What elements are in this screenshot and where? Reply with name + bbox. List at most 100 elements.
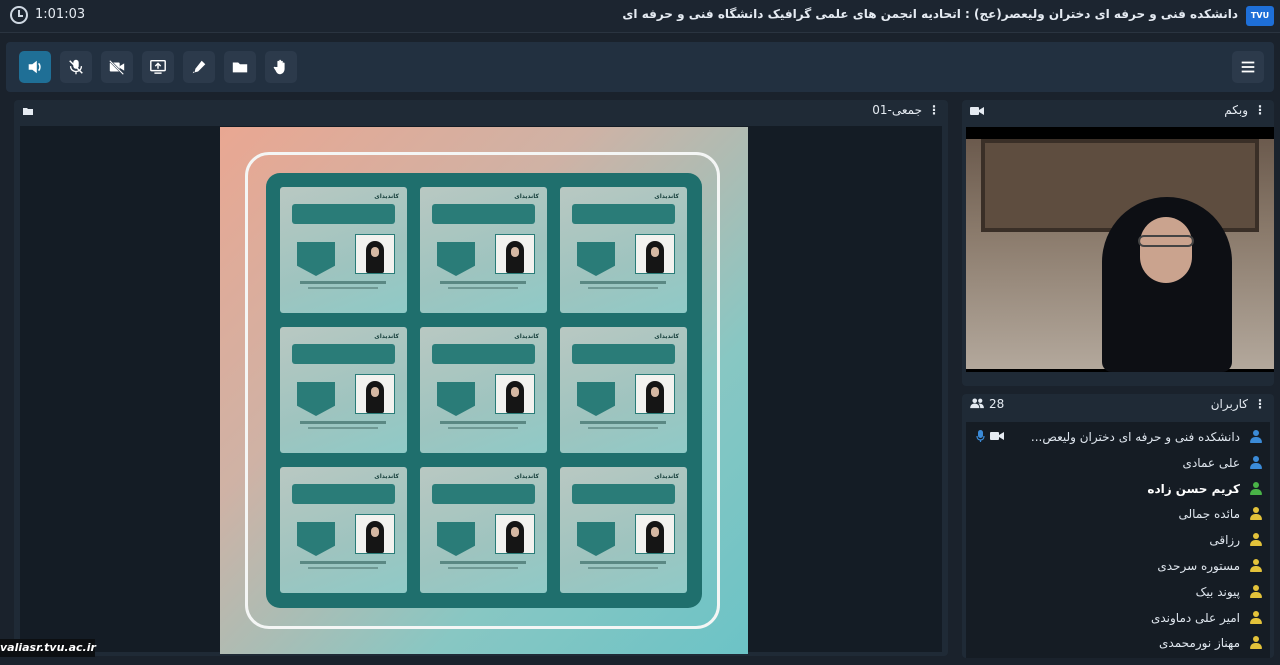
user-count-value: 28 bbox=[989, 397, 1005, 411]
session-title: دانشکده فنی و حرفه ای دختران ولیعصر(عج) … bbox=[622, 7, 1238, 21]
user-list-item[interactable]: مائده جمالی bbox=[972, 501, 1262, 527]
photo-face bbox=[511, 387, 519, 397]
camera-button[interactable] bbox=[101, 51, 133, 83]
users-panel-options-icon[interactable]: ⋮ bbox=[1254, 397, 1266, 411]
user-list-item[interactable]: امیر علی دماوندی bbox=[972, 605, 1262, 631]
user-icon-body bbox=[1250, 643, 1262, 650]
users-icon bbox=[970, 398, 984, 409]
user-icon bbox=[1250, 533, 1262, 547]
share-panel-options-icon[interactable]: ⋮ bbox=[928, 103, 940, 117]
users-panel-header: 28 کاربران ⋮ bbox=[962, 394, 1274, 416]
card-footer-line bbox=[588, 287, 658, 289]
user-icon-head bbox=[1253, 507, 1259, 514]
clock-icon bbox=[10, 6, 28, 24]
menu-button[interactable] bbox=[1232, 51, 1264, 83]
user-list-item[interactable]: مهناز نورمحمدی bbox=[972, 630, 1262, 656]
participant-face bbox=[1140, 217, 1192, 283]
user-media-icons bbox=[976, 429, 1006, 446]
files-button[interactable] bbox=[224, 51, 256, 83]
mic-camera-icon bbox=[976, 430, 1004, 442]
card-ribbon bbox=[292, 484, 395, 504]
session-timer: 1:01:03 bbox=[35, 7, 86, 22]
candidate-photo bbox=[495, 374, 535, 414]
user-icon-body bbox=[1250, 437, 1262, 443]
candidate-caption: کاندیدای bbox=[514, 473, 539, 480]
candidate-caption: کاندیدای bbox=[514, 333, 539, 340]
toolbar bbox=[6, 42, 1274, 92]
user-icon bbox=[1250, 455, 1262, 469]
user-list-item[interactable]: مستوره سرحدی bbox=[972, 553, 1262, 579]
camera-off-icon bbox=[109, 59, 125, 75]
candidate-code-badge bbox=[577, 242, 615, 276]
candidate-card: کاندیدای bbox=[280, 187, 407, 313]
mic-button[interactable] bbox=[60, 51, 92, 83]
candidate-caption: کاندیدای bbox=[654, 193, 679, 200]
card-footer-line bbox=[308, 567, 378, 569]
candidate-card: کاندیدای bbox=[420, 467, 547, 593]
photo-face bbox=[651, 247, 659, 257]
user-icon-body bbox=[1250, 488, 1262, 495]
user-name: دانشکده فنی و حرفه ای دختران ولیعص... bbox=[1030, 430, 1240, 444]
candidate-card: کاندیدای bbox=[560, 467, 687, 593]
user-list-item[interactable]: پیوند بیک bbox=[972, 579, 1262, 605]
photo-figure bbox=[646, 241, 664, 273]
card-footer-line bbox=[580, 421, 666, 424]
card-ribbon bbox=[292, 344, 395, 364]
user-icon bbox=[1250, 610, 1262, 624]
share-panel-header: جمعی-01 ⋮ bbox=[14, 100, 948, 122]
card-footer-line bbox=[588, 567, 658, 569]
card-footer-line bbox=[448, 287, 518, 289]
candidate-code-badge bbox=[297, 522, 335, 556]
website-watermark: valiasr.tvu.ac.ir bbox=[0, 639, 96, 657]
screen-share-button[interactable] bbox=[142, 51, 174, 83]
participant-glasses bbox=[1138, 235, 1194, 247]
user-list-item[interactable]: علی عمادی bbox=[972, 450, 1262, 476]
card-footer-line bbox=[440, 561, 526, 564]
pen-button[interactable] bbox=[183, 51, 215, 83]
photo-figure bbox=[366, 381, 384, 413]
webcam-panel-header: وبکم ⋮ bbox=[962, 100, 1274, 122]
users-panel: 28 کاربران ⋮ دانشکده فنی و حرفه ای دخترا… bbox=[962, 394, 1274, 658]
user-name: مهناز نورمحمدی bbox=[1159, 636, 1240, 651]
card-footer-line bbox=[448, 567, 518, 569]
candidate-code-badge bbox=[437, 522, 475, 556]
user-icon-body bbox=[1250, 617, 1262, 624]
card-footer-line bbox=[440, 421, 526, 424]
card-ribbon bbox=[572, 344, 675, 364]
users-panel-title: کاربران bbox=[1210, 397, 1248, 411]
photo-figure bbox=[506, 241, 524, 273]
candidate-photo bbox=[355, 514, 395, 554]
user-icon-body bbox=[1250, 591, 1262, 598]
candidate-caption: کاندیدای bbox=[374, 473, 399, 480]
speaker-button[interactable] bbox=[19, 51, 51, 83]
raise-hand-button[interactable] bbox=[265, 51, 297, 83]
user-list-item[interactable]: کریم حسن زاده bbox=[972, 476, 1262, 502]
photo-figure bbox=[506, 521, 524, 553]
user-list-item[interactable]: رزاقی bbox=[972, 527, 1262, 553]
card-footer-line bbox=[300, 421, 386, 424]
user-icon-head bbox=[1253, 430, 1259, 436]
candidate-code-badge bbox=[437, 382, 475, 416]
candidate-photo bbox=[635, 374, 675, 414]
user-icon bbox=[1250, 584, 1262, 598]
card-footer-line bbox=[308, 287, 378, 289]
candidate-card: کاندیدای bbox=[560, 327, 687, 453]
folder-icon bbox=[232, 62, 248, 73]
user-icon bbox=[1250, 636, 1262, 650]
webcam-panel-title: وبکم bbox=[1224, 103, 1248, 117]
poster-card-grid: کاندیدای کاندیدای کاندیدای کاندیدای کاندیدای… bbox=[266, 173, 702, 608]
menu-icon bbox=[1241, 61, 1255, 73]
candidate-caption: کاندیدای bbox=[374, 193, 399, 200]
card-ribbon bbox=[432, 204, 535, 224]
candidate-photo bbox=[355, 234, 395, 274]
card-ribbon bbox=[432, 344, 535, 364]
user-icon bbox=[1250, 481, 1262, 495]
card-ribbon bbox=[292, 204, 395, 224]
user-icon-head bbox=[1253, 584, 1259, 591]
webcam-panel-options-icon[interactable]: ⋮ bbox=[1254, 103, 1266, 117]
user-list-item[interactable]: دانشکده فنی و حرفه ای دختران ولیعص... bbox=[972, 424, 1262, 450]
candidate-code-badge bbox=[577, 382, 615, 416]
candidate-code-badge bbox=[297, 242, 335, 276]
webcam-video bbox=[966, 127, 1274, 372]
user-icon-head bbox=[1253, 533, 1259, 540]
